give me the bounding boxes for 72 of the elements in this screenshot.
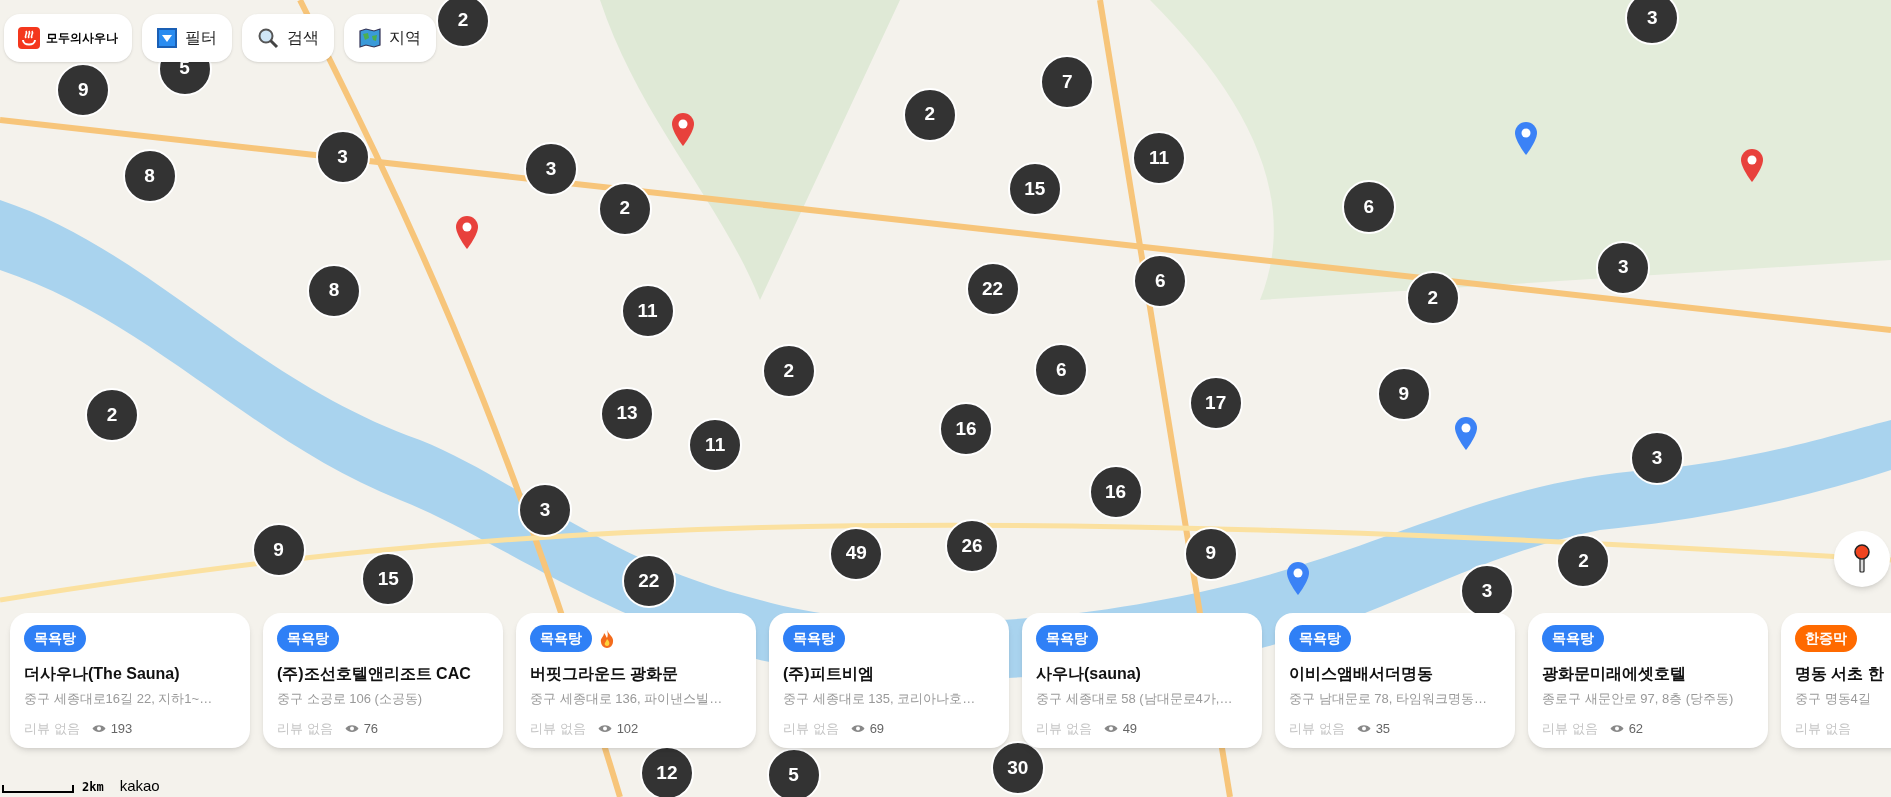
- region-button[interactable]: 지역: [344, 14, 436, 62]
- place-name: 광화문미래에셋호텔: [1542, 664, 1687, 684]
- place-address: 종로구 새문안로 97, 8층 (당주동): [1542, 690, 1735, 708]
- hot-spring-icon: [18, 27, 40, 49]
- view-count: 49: [1122, 719, 1138, 738]
- dropdown-icon: [157, 28, 177, 48]
- review-count: 리뷰 없음: [1542, 719, 1598, 738]
- place-name: 버핏그라운드 광화문: [530, 664, 680, 684]
- place-card[interactable]: 한증막 명동 서초 한 중구 명동4길 리뷰 없음: [1781, 613, 1891, 748]
- place-card[interactable]: 목욕탕 광화문미래에셋호텔 종로구 새문안로 97, 8층 (당주동) 리뷰 없음 62: [1528, 613, 1768, 748]
- place-address: 중구 소공로 106 (소공동): [277, 690, 424, 708]
- category-badge: 목욕탕: [1289, 625, 1351, 652]
- eye-icon: [1103, 723, 1118, 733]
- place-card[interactable]: 목욕탕 (주)조선호텔앤리조트 CAC 중구 소공로 106 (소공동) 리뷰 없음 76: [263, 613, 503, 748]
- review-count: 리뷰 없음: [783, 719, 839, 738]
- view-count: 62: [1628, 719, 1644, 738]
- review-count: 리뷰 없음: [530, 719, 586, 738]
- place-name: (주)조선호텔앤리조트 CAC: [277, 664, 472, 684]
- category-badge: 목욕탕: [24, 625, 86, 652]
- review-count: 리뷰 없음: [24, 719, 80, 738]
- category-badge: 목욕탕: [1036, 625, 1098, 652]
- scale-bar: [2, 785, 74, 793]
- category-badge: 목욕탕: [530, 625, 592, 652]
- eye-icon: [91, 723, 106, 733]
- place-name: 명동 서초 한: [1795, 664, 1885, 684]
- review-count: 리뷰 없음: [277, 719, 333, 738]
- view-count: 193: [110, 719, 133, 738]
- place-card[interactable]: 목욕탕 사우나(sauna) 중구 세종대로 58 (남대문로4가,… 리뷰 없음 49: [1022, 613, 1262, 748]
- place-name: 더사우나(The Sauna): [24, 664, 181, 684]
- place-name: 사우나(sauna): [1036, 664, 1142, 684]
- review-count: 리뷰 없음: [1036, 719, 1092, 738]
- map-pin-icon[interactable]: [1740, 148, 1765, 183]
- filter-button[interactable]: 필터: [142, 14, 232, 62]
- map-pin-icon[interactable]: [454, 214, 479, 249]
- map-attribution: kakao: [119, 778, 160, 793]
- map-pin-icon[interactable]: [1285, 560, 1310, 595]
- view-count: 102: [616, 719, 639, 738]
- category-badge: 목욕탕: [277, 625, 339, 652]
- view-count: 76: [363, 719, 379, 738]
- review-count: 리뷰 없음: [1289, 719, 1345, 738]
- view-count: 69: [869, 719, 885, 738]
- pin-icon: [1853, 544, 1871, 574]
- category-badge: 한증막: [1795, 625, 1857, 652]
- map-icon: [359, 28, 381, 48]
- eye-icon: [1356, 723, 1371, 733]
- place-address: 중구 세종대로16길 22, 지하1~…: [24, 690, 214, 708]
- place-address: 중구 남대문로 78, 타임워크명동…: [1289, 690, 1488, 708]
- place-card[interactable]: 목욕탕 버핏그라운드 광화문 중구 세종대로 136, 파이낸스빌… 리뷰 없음 102: [516, 613, 756, 748]
- search-icon: [257, 27, 279, 49]
- place-address: 중구 세종대로 136, 파이낸스빌…: [530, 690, 724, 708]
- eye-icon: [1609, 723, 1624, 733]
- place-card[interactable]: 목욕탕 더사우나(The Sauna) 중구 세종대로16길 22, 지하1~… 리뷰 없음 193: [10, 613, 250, 748]
- eye-icon: [344, 723, 359, 733]
- place-address: 중구 세종대로 135, 코리아나호…: [783, 690, 977, 708]
- place-card[interactable]: 목욕탕 이비스앰배서더명동 중구 남대문로 78, 타임워크명동… 리뷰 없음 35: [1275, 613, 1515, 748]
- place-name: (주)피트비엠: [783, 664, 875, 684]
- logo-button[interactable]: 모두의사우나: [4, 14, 132, 62]
- scale-label: 2km: [82, 781, 104, 793]
- category-badge: 목욕탕: [783, 625, 845, 652]
- eye-icon: [850, 723, 865, 733]
- view-count: 35: [1375, 719, 1391, 738]
- place-address: 중구 세종대로 58 (남대문로4가,…: [1036, 690, 1234, 708]
- eye-icon: [597, 723, 612, 733]
- map-pin-icon[interactable]: [670, 112, 695, 147]
- review-count: 리뷰 없음: [1795, 719, 1851, 738]
- category-badge: 목욕탕: [1542, 625, 1604, 652]
- place-address: 중구 명동4길: [1795, 690, 1872, 708]
- map-pin-icon[interactable]: [1454, 416, 1479, 451]
- place-card[interactable]: 목욕탕 (주)피트비엠 중구 세종대로 135, 코리아나호… 리뷰 없음 69: [769, 613, 1009, 748]
- place-name: 이비스앰배서더명동: [1289, 664, 1434, 684]
- map-pin-icon[interactable]: [1513, 120, 1538, 155]
- search-button[interactable]: 검색: [242, 14, 334, 62]
